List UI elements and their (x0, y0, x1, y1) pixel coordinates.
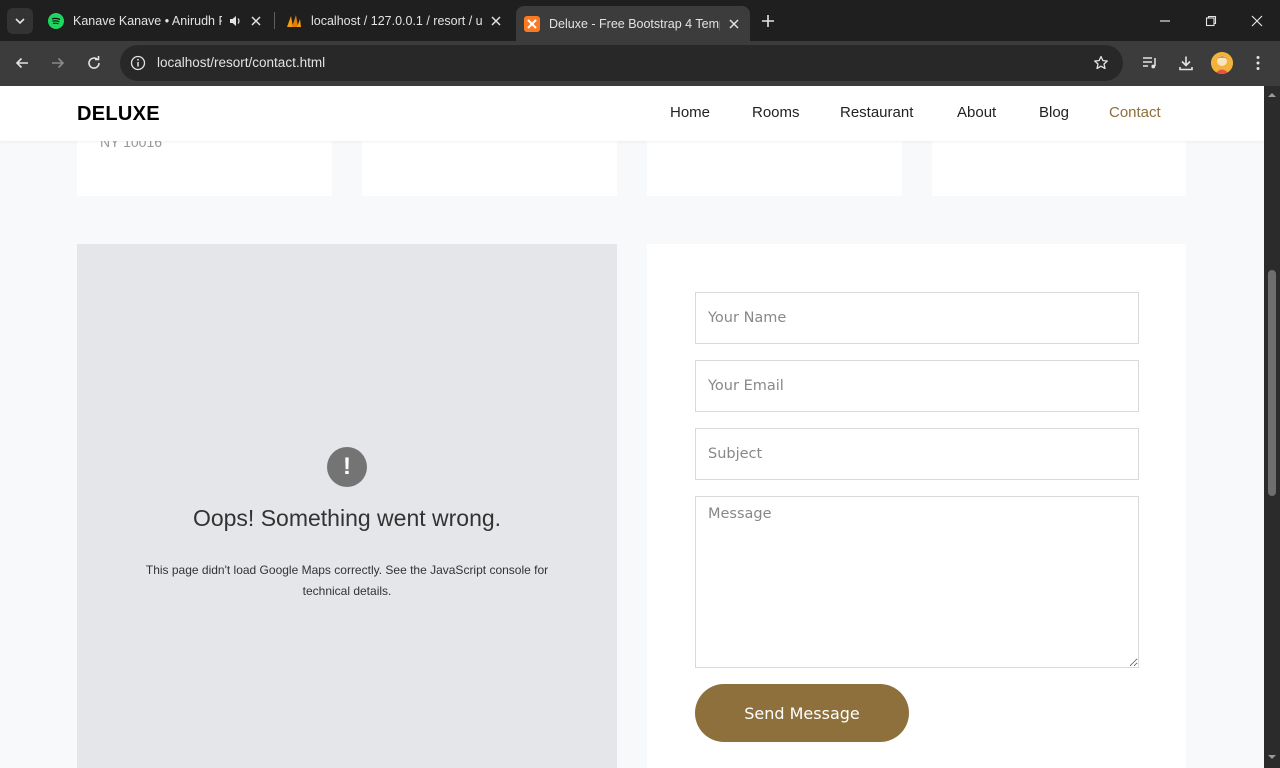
restore-button[interactable] (1188, 0, 1234, 41)
nav-home[interactable]: Home (670, 104, 710, 121)
xampp-icon (524, 15, 540, 32)
profile-avatar[interactable] (1211, 52, 1233, 74)
map-container: ! Oops! Something went wrong. This page … (77, 244, 617, 768)
name-input[interactable] (695, 292, 1139, 344)
avatar-icon (1211, 52, 1233, 74)
tab-phpmyadmin[interactable]: localhost / 127.0.0.1 / resort / u (278, 0, 512, 41)
exclamation-icon: ! (327, 447, 367, 487)
minimize-icon (1160, 19, 1170, 22)
scrollbar-thumb[interactable] (1268, 270, 1276, 496)
spotify-icon (48, 12, 64, 29)
tab-separator (274, 12, 275, 29)
bookmark-star-icon[interactable] (1091, 53, 1111, 73)
site-logo[interactable]: DELUXE (77, 103, 160, 126)
tab-title: Deluxe - Free Bootstrap 4 Temp (549, 16, 720, 31)
scroll-down-icon[interactable] (1268, 753, 1276, 761)
phpmyadmin-icon (287, 14, 301, 27)
back-button[interactable] (8, 49, 36, 77)
close-icon (1251, 15, 1263, 26)
message-textarea[interactable] (695, 496, 1139, 668)
speaker-icon[interactable] (228, 14, 242, 28)
browser-toolbar: localhost/resort/contact.html (0, 41, 1280, 86)
subject-input[interactable] (695, 428, 1139, 480)
tab-title: localhost / 127.0.0.1 / resort / u (311, 13, 482, 28)
nav-about[interactable]: About (957, 104, 996, 121)
forward-button[interactable] (44, 49, 72, 77)
media-control-button[interactable] (1139, 52, 1161, 74)
site-info-icon[interactable] (128, 53, 148, 73)
close-window-button[interactable] (1234, 0, 1280, 41)
arrow-left-icon (15, 57, 28, 69)
nav-blog[interactable]: Blog (1039, 104, 1069, 121)
site-navbar: DELUXE Home Rooms Restaurant About Blog … (0, 86, 1264, 141)
kebab-menu-icon (1256, 56, 1260, 70)
nav-rooms[interactable]: Rooms (752, 104, 800, 121)
close-tab-icon[interactable] (248, 13, 264, 29)
reload-icon (88, 56, 100, 69)
new-tab-button[interactable] (757, 10, 779, 32)
nav-restaurant[interactable]: Restaurant (840, 104, 913, 121)
send-message-button[interactable]: Send Message (695, 684, 909, 742)
nav-contact[interactable]: Contact (1109, 104, 1161, 121)
tab-deluxe[interactable]: Deluxe - Free Bootstrap 4 Temp (516, 6, 750, 41)
restore-icon (1205, 15, 1217, 26)
close-tab-icon[interactable] (488, 13, 504, 29)
scroll-up-icon[interactable] (1268, 91, 1276, 99)
tab-search-button[interactable] (7, 8, 33, 34)
downloads-button[interactable] (1175, 52, 1197, 74)
map-error-description: This page didn't load Google Maps correc… (145, 563, 549, 598)
address-bar[interactable]: localhost/resort/contact.html (120, 45, 1123, 81)
close-tab-icon[interactable] (726, 16, 742, 32)
browser-tab-bar: Kanave Kanave • Anirudh Ra localhost / 1… (0, 0, 1280, 41)
map-error-title: Oops! Something went wrong. (192, 505, 502, 531)
tab-spotify[interactable]: Kanave Kanave • Anirudh Ra (40, 0, 272, 41)
email-input[interactable] (695, 360, 1139, 412)
page-scrollbar[interactable] (1264, 86, 1280, 768)
arrow-right-icon (52, 57, 65, 69)
reload-button[interactable] (80, 49, 108, 77)
chevron-down-icon (15, 18, 25, 25)
tab-title: Kanave Kanave • Anirudh Ra (73, 13, 222, 28)
contact-form: Send Message (647, 244, 1186, 768)
url-text[interactable]: localhost/resort/contact.html (157, 55, 325, 70)
plus-icon (762, 15, 774, 27)
media-queue-icon (1143, 57, 1156, 69)
browser-menu-button[interactable] (1247, 52, 1269, 74)
download-icon (1179, 56, 1193, 71)
page-viewport: DELUXE Home Rooms Restaurant About Blog … (0, 86, 1264, 768)
minimize-button[interactable] (1142, 0, 1188, 41)
